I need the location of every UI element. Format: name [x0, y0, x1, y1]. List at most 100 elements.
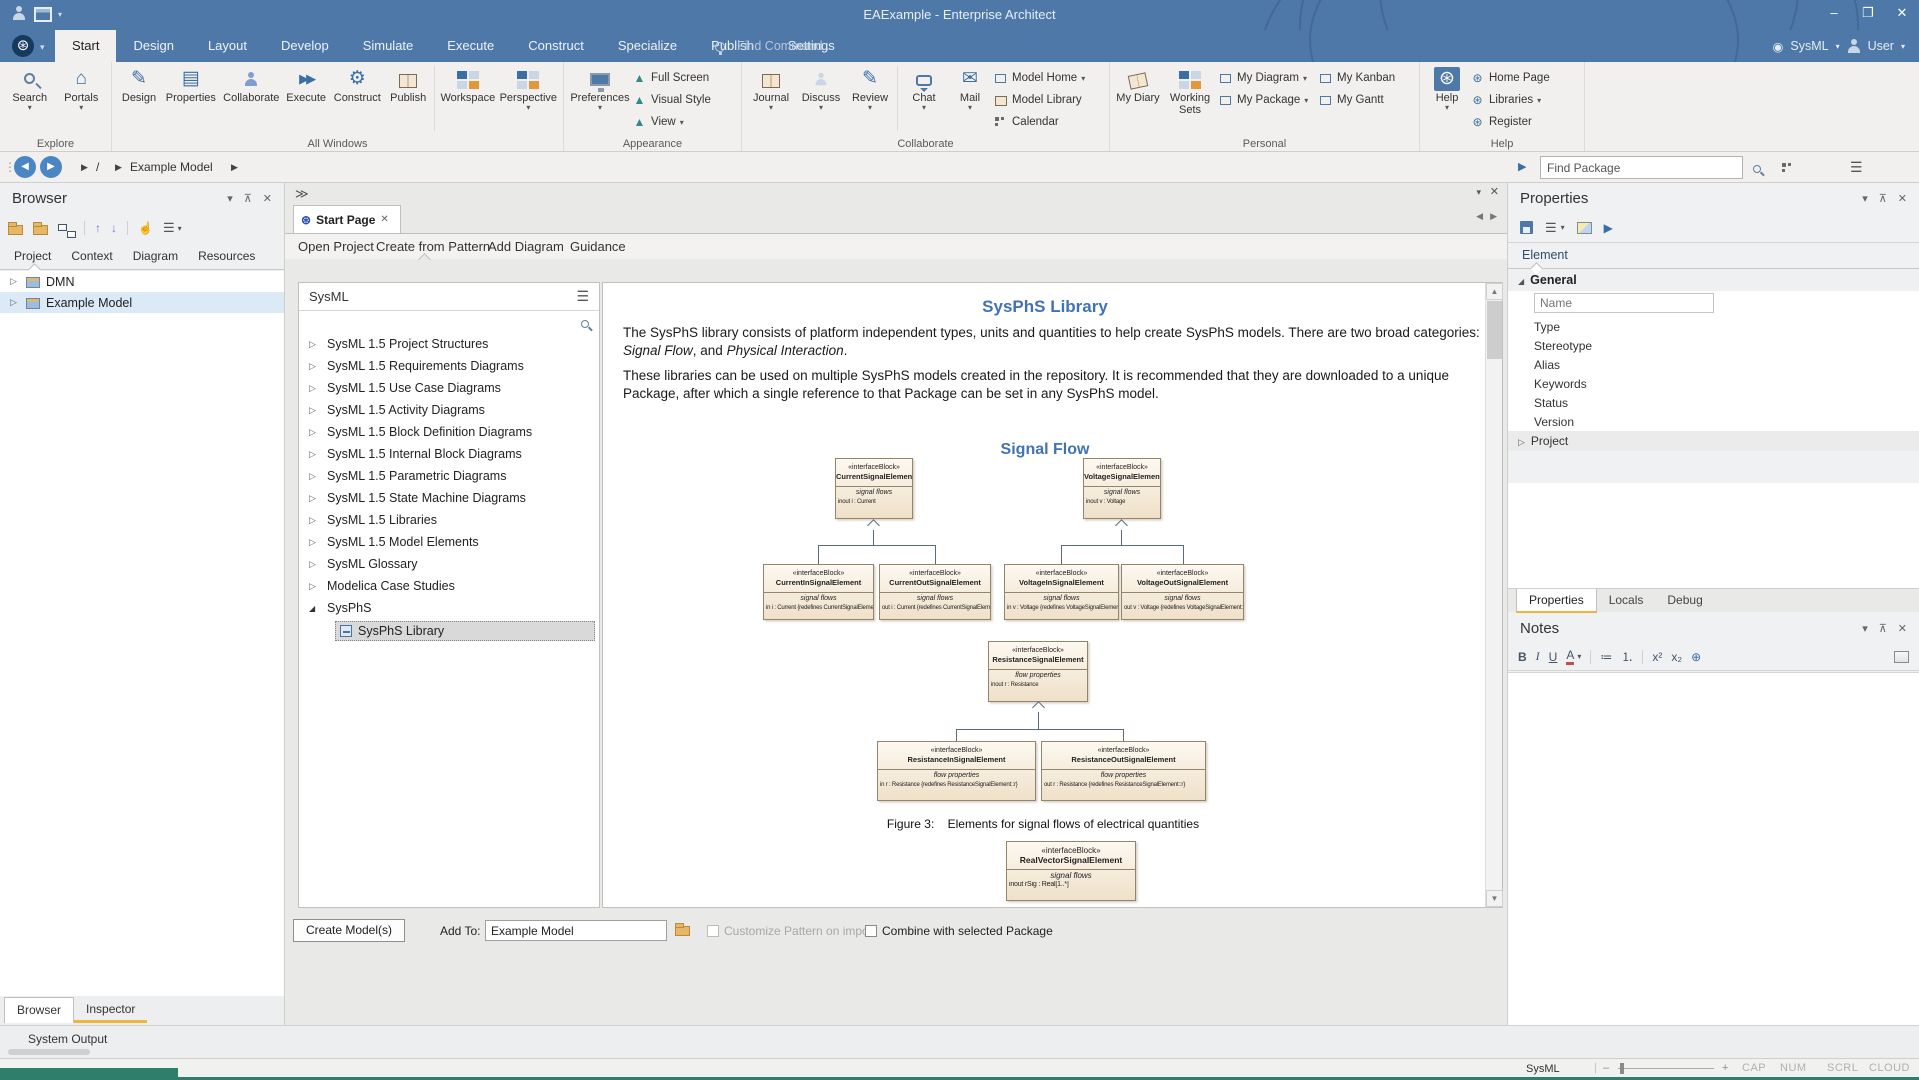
find-command-input[interactable]	[735, 34, 900, 58]
tab-design[interactable]: Design	[116, 30, 190, 62]
minimize-button[interactable]: –	[1817, 0, 1851, 26]
element-image-icon[interactable]	[1577, 222, 1592, 234]
tab-properties[interactable]: Properties	[1516, 589, 1597, 613]
dropdown-caret-icon[interactable]: ▾	[1577, 652, 1581, 661]
properties-menu-icon[interactable]: ☰	[1545, 220, 1557, 236]
locate-pointer-icon[interactable]: ☝	[138, 221, 153, 235]
expand-icon[interactable]: ▷	[309, 471, 319, 482]
pin-icon[interactable]: ⊼	[1879, 192, 1887, 205]
field-version[interactable]: Version	[1508, 412, 1919, 431]
pattern-item[interactable]: ▷SysML 1.5 Requirements Diagrams	[299, 355, 599, 377]
discuss-button[interactable]: Discuss ▾	[796, 64, 846, 111]
browser-menu-icon[interactable]: ☰	[163, 220, 175, 236]
tab-execute[interactable]: Execute	[430, 30, 511, 62]
browser-tab-context[interactable]: Context	[71, 249, 112, 263]
pattern-item[interactable]: ▷SysML Glossary	[299, 553, 599, 575]
panel-menu-caret-icon[interactable]: ▾	[1862, 622, 1868, 635]
combine-package-checkbox[interactable]: Combine with selected Package	[865, 924, 1053, 938]
panel-menu-caret-icon[interactable]: ▾	[1862, 192, 1868, 205]
start-page-tab[interactable]: ⊛ Start Page ✕	[293, 205, 401, 233]
scroll-up-icon[interactable]: ▲	[1486, 283, 1503, 300]
breadcrumb-root[interactable]: /	[96, 152, 99, 183]
design-button[interactable]: ✎ Design	[116, 64, 162, 104]
expand-icon[interactable]: ▷	[309, 515, 319, 526]
field-keywords[interactable]: Keywords	[1508, 374, 1919, 393]
crumb-arrow-icon[interactable]: ▶	[222, 152, 247, 183]
link-open-project[interactable]: Open Project	[298, 234, 374, 260]
bottom-tab-browser[interactable]: Browser	[4, 997, 74, 1023]
my-diary-button[interactable]: My Diary	[1114, 64, 1162, 104]
user-menu[interactable]: User	[1868, 39, 1894, 53]
pattern-item[interactable]: ▷SysML 1.5 Activity Diagrams	[299, 399, 599, 421]
my-kanban-button[interactable]: My Kanban	[1318, 68, 1406, 88]
pin-icon[interactable]: ⊼	[1879, 622, 1887, 635]
dropdown-caret-icon[interactable]: ▾	[178, 224, 182, 233]
restore-button[interactable]: ❐	[1851, 0, 1885, 26]
scroll-tabs-left-icon[interactable]: ◀	[1476, 211, 1483, 222]
visual-style-button[interactable]: ▲ Visual Style	[632, 90, 711, 110]
breadcrumb-current[interactable]: Example Model	[130, 152, 213, 183]
nav-back-button[interactable]: ◀	[14, 156, 36, 178]
zoom-out-icon[interactable]: –	[1603, 1062, 1609, 1074]
dropdown-caret-icon[interactable]: ▾	[1561, 223, 1565, 232]
expand-icon[interactable]: ▷	[10, 276, 20, 287]
expand-icon[interactable]: ▷	[1518, 437, 1525, 447]
pattern-item[interactable]: ▷SysML 1.5 Internal Block Diagrams	[299, 443, 599, 465]
numbered-list-icon[interactable]: ⒈	[1621, 648, 1633, 665]
working-sets-button[interactable]: Working Sets	[1162, 64, 1218, 116]
tab-layout[interactable]: Layout	[191, 30, 264, 62]
bottom-tab-inspector[interactable]: Inspector	[74, 997, 147, 1023]
close-document-icon[interactable]: ✕	[1490, 185, 1499, 198]
tab-list-caret-icon[interactable]: ▾	[1476, 187, 1481, 198]
expand-icon[interactable]: ▷	[10, 297, 20, 308]
collaborate-button[interactable]: Collaborate	[220, 64, 283, 104]
tab-simulate[interactable]: Simulate	[346, 30, 431, 62]
review-button[interactable]: ✎ Review ▾	[846, 64, 894, 111]
user-caret-icon[interactable]: ▾	[1901, 42, 1905, 51]
nav-forward-button[interactable]: ▶	[40, 156, 62, 178]
link-add-diagram[interactable]: Add Diagram	[488, 234, 564, 260]
close-button[interactable]: ✕	[1885, 0, 1919, 26]
field-stereotype[interactable]: Stereotype	[1508, 336, 1919, 355]
project-section-row[interactable]: ▷Project	[1508, 431, 1919, 451]
scroll-down-icon[interactable]: ▼	[1486, 890, 1503, 907]
hyperlink-globe-icon[interactable]: ⊕	[1691, 650, 1701, 664]
expand-icon[interactable]: ▷	[309, 449, 319, 460]
pattern-item[interactable]: ▷SysML 1.5 Use Case Diagrams	[299, 377, 599, 399]
preferences-button[interactable]: Preferences ▾	[568, 64, 632, 111]
link-create-from-pattern[interactable]: Create from Pattern	[376, 234, 490, 260]
expand-icon[interactable]: ▷	[309, 427, 319, 438]
field-type[interactable]: Type	[1508, 317, 1919, 336]
chat-button[interactable]: Chat ▾	[901, 64, 947, 111]
scroll-tabs-right-icon[interactable]: ▶	[1490, 211, 1497, 222]
expand-icon[interactable]: ▷	[309, 383, 319, 394]
browser-tab-project[interactable]: Project	[14, 249, 51, 263]
help-button[interactable]: ⊛ Help ▾	[1424, 64, 1470, 111]
execute-button[interactable]: ▶▶ Execute	[283, 64, 330, 104]
general-section-header[interactable]: ◢General	[1508, 269, 1919, 291]
my-gantt-button[interactable]: My Gantt	[1318, 90, 1406, 110]
subscript-icon[interactable]: x₂	[1671, 650, 1682, 664]
expand-icon[interactable]: ▷	[309, 361, 319, 372]
properties-element-tab[interactable]: Element	[1508, 243, 1919, 269]
pattern-item[interactable]: ▷SysML 1.5 Block Definition Diagrams	[299, 421, 599, 443]
crumb-arrow-icon[interactable]: ▶	[72, 152, 97, 183]
calendar-button[interactable]: Calendar	[993, 112, 1085, 132]
close-tab-icon[interactable]: ✕	[380, 214, 388, 225]
tab-construct[interactable]: Construct	[511, 30, 601, 62]
find-package-search-icon[interactable]	[1753, 161, 1761, 175]
expand-icon[interactable]: ▷	[309, 405, 319, 416]
tab-overflow-icon[interactable]: ≫	[295, 186, 309, 202]
perspective-caret-icon[interactable]: ▾	[1836, 42, 1840, 51]
pattern-search-icon[interactable]	[581, 316, 589, 330]
tab-specialize[interactable]: Specialize	[601, 30, 694, 62]
close-panel-icon[interactable]: ✕	[263, 192, 272, 205]
journal-button[interactable]: Journal ▾	[746, 64, 796, 111]
close-panel-icon[interactable]: ✕	[1898, 622, 1907, 635]
pattern-menu-icon[interactable]: ☰	[576, 288, 589, 305]
collapse-icon[interactable]: ◢	[309, 604, 319, 613]
expand-icon[interactable]: ▷	[309, 339, 319, 350]
model-home-button[interactable]: Model Home ▾	[993, 68, 1085, 88]
app-logo-button[interactable]: ⊛	[12, 35, 34, 57]
tab-debug[interactable]: Debug	[1655, 589, 1714, 613]
